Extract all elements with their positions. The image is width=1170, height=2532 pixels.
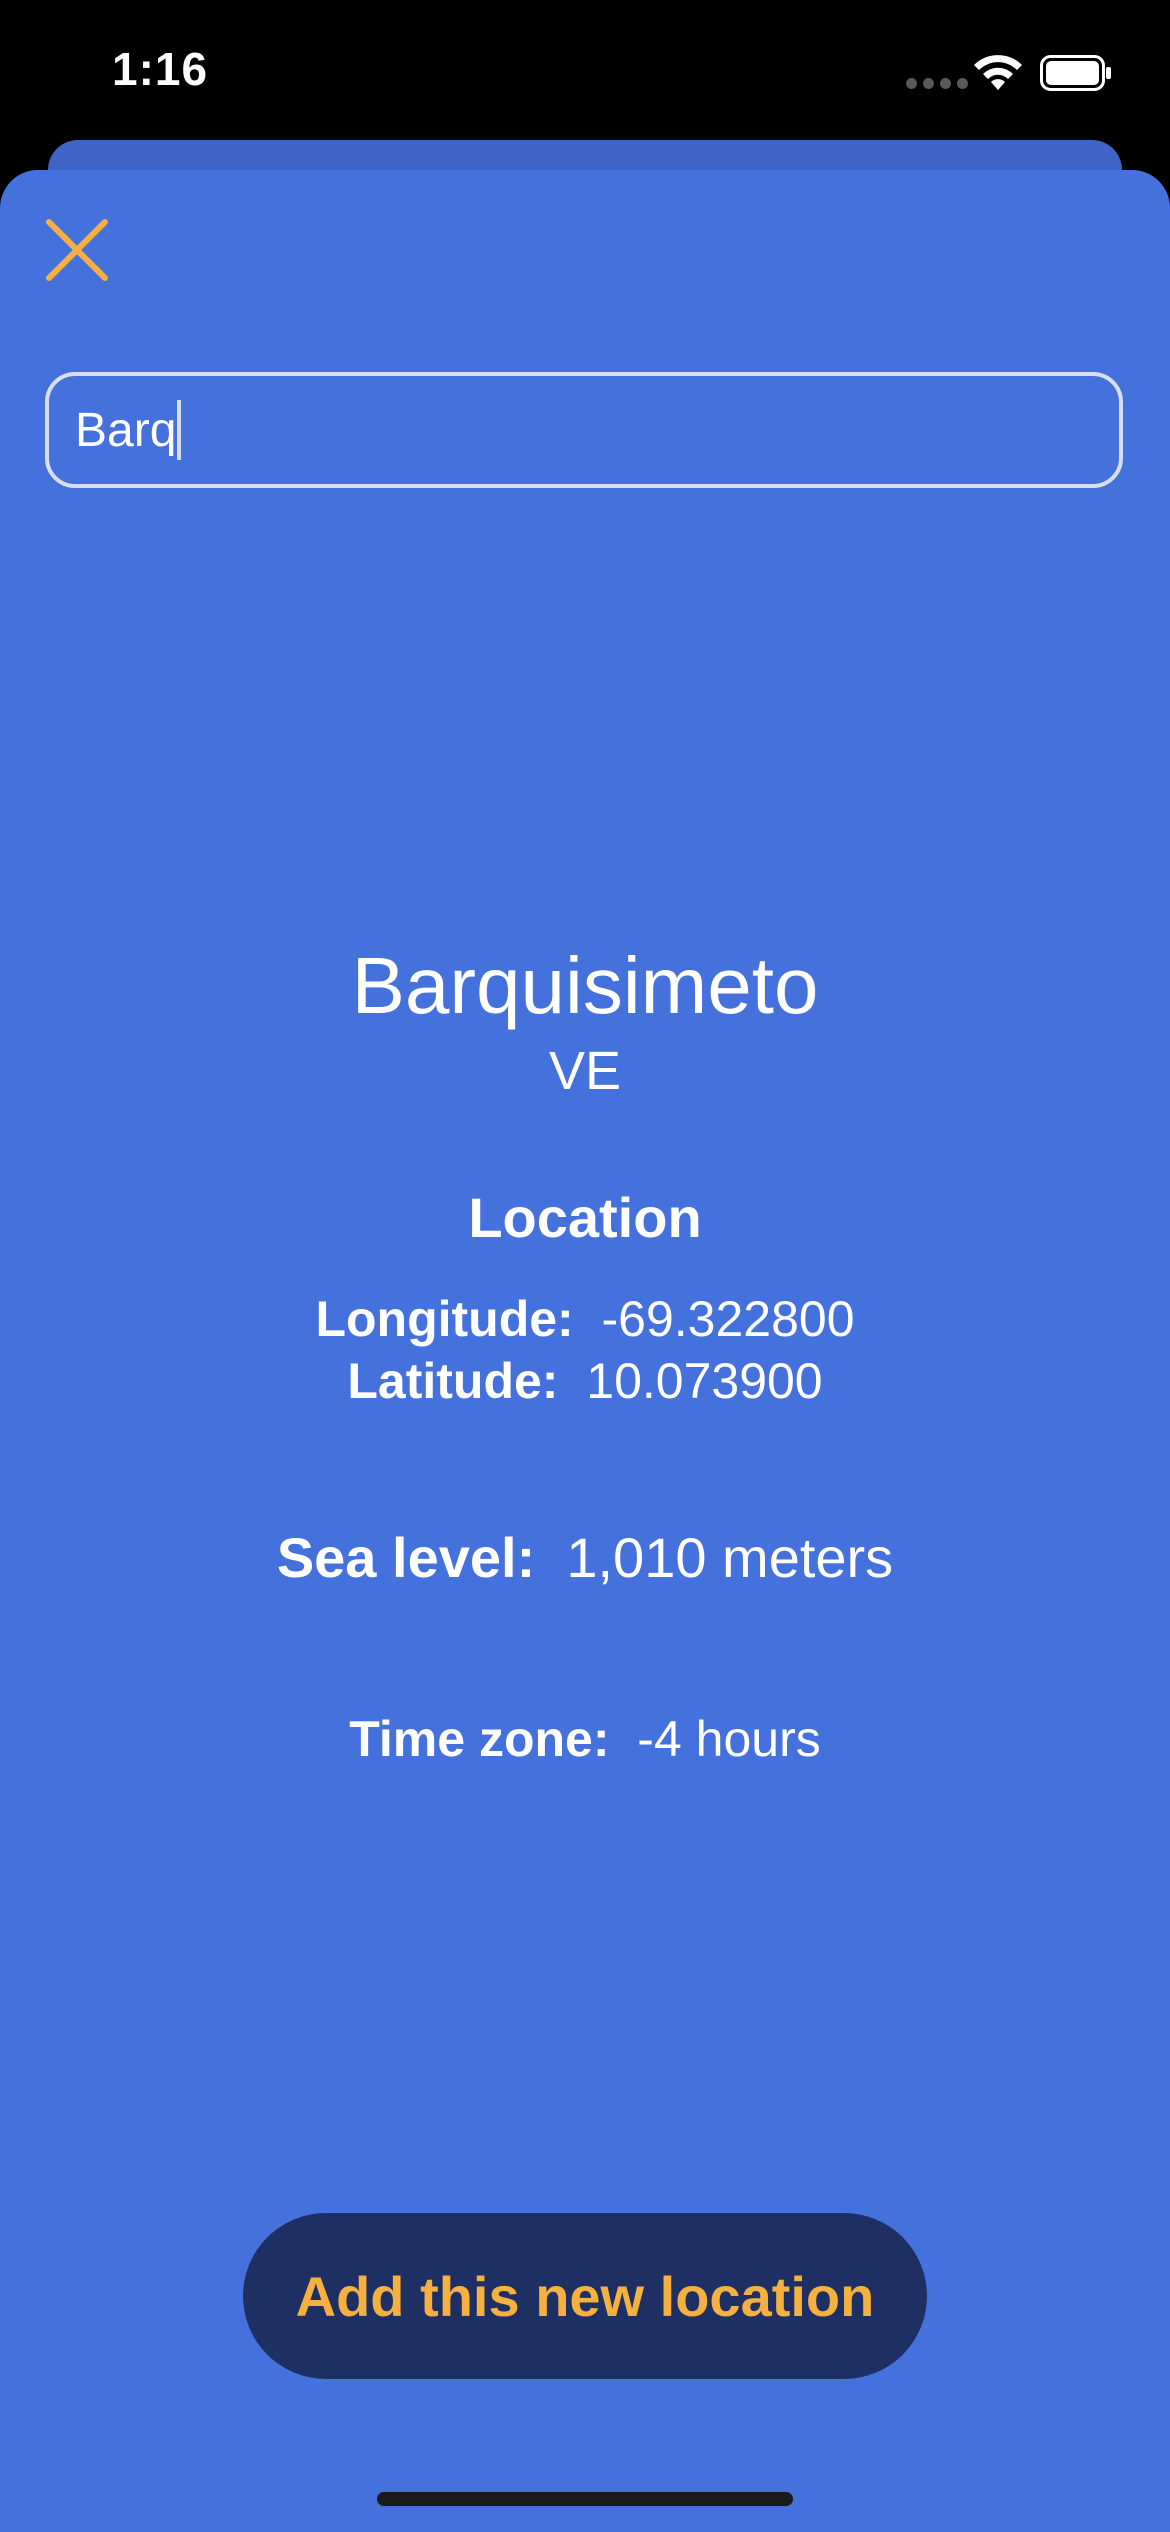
country-code: VE [548,1041,622,1101]
latitude-label: Latitude: [347,1353,559,1409]
timezone-label: Time zone: [349,1711,610,1767]
sea-level-row: Sea level: 1,010 meters [0,1525,1170,1590]
battery-icon [1040,55,1111,91]
timezone-row: Time zone: -4 hours [0,1710,1170,1768]
status-bar: 1:16 [0,0,1170,140]
status-time: 1:16 [112,43,209,95]
add-location-sheet [0,170,1170,2532]
search-input-value: Barq [75,403,177,457]
search-input[interactable]: Barq [45,372,1123,488]
location-heading: Location [468,1186,702,1249]
close-icon [46,219,108,281]
longitude-label: Longitude: [315,1291,574,1347]
longitude-value: -69.322800 [601,1291,855,1347]
cellular-signal-icon [906,78,968,89]
longitude-row: Longitude: -69.322800 [0,1290,1170,1348]
wifi-icon [974,55,1022,90]
latitude-value: 10.073900 [586,1353,823,1409]
sea-level-value: 1,010 meters [566,1526,894,1589]
timezone-value: -4 hours [637,1711,821,1767]
sea-level-label: Sea level: [276,1526,536,1589]
text-caret [177,400,182,460]
latitude-row: Latitude: 10.073900 [0,1352,1170,1410]
add-location-button[interactable]: Add this new location [243,2213,927,2379]
close-button[interactable] [42,215,112,285]
city-name: Barquisimeto [351,941,819,1030]
home-indicator [377,2492,793,2506]
